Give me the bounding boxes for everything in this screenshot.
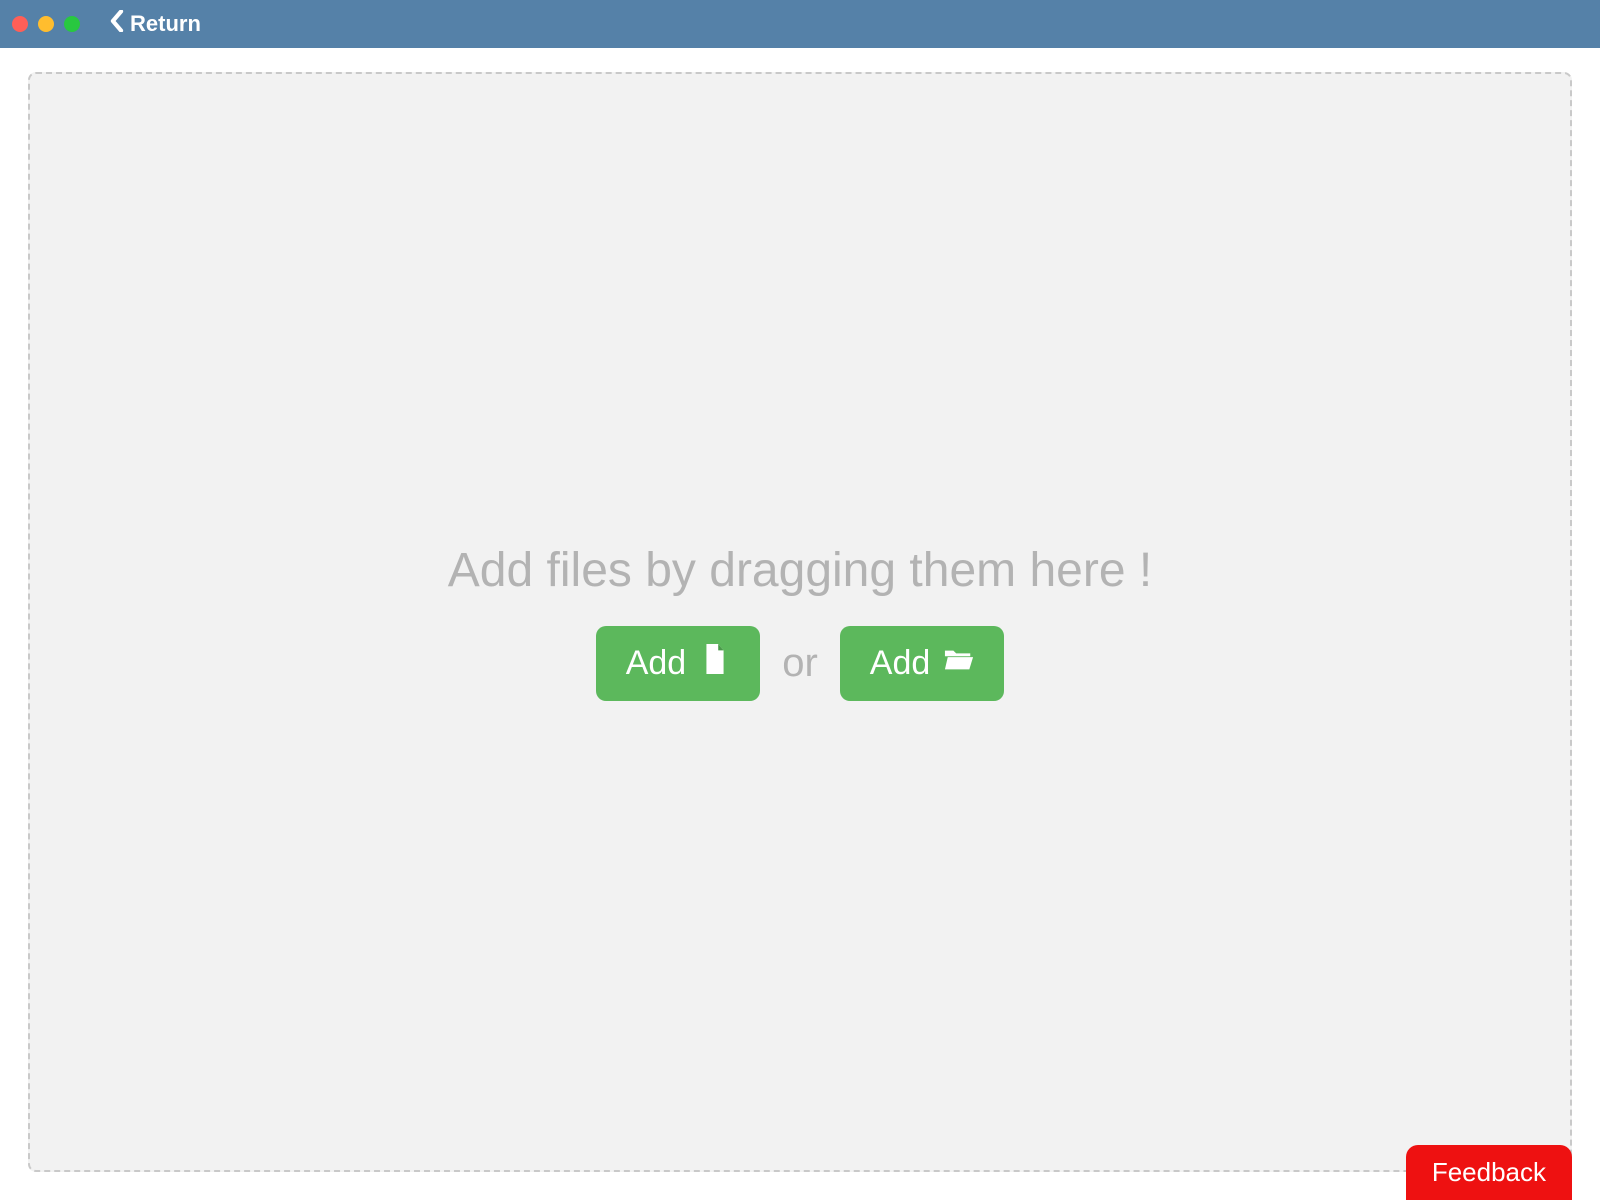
dropzone-hint: Add files by dragging them here ! — [448, 543, 1152, 598]
close-window-button[interactable] — [12, 16, 28, 32]
add-file-button[interactable]: Add — [596, 626, 761, 701]
file-dropzone[interactable]: Add files by dragging them here ! Add or… — [28, 72, 1572, 1172]
titlebar: Return — [0, 0, 1600, 48]
minimize-window-button[interactable] — [38, 16, 54, 32]
content-area: Add files by dragging them here ! Add or… — [0, 48, 1600, 1200]
feedback-label: Feedback — [1432, 1157, 1546, 1187]
folder-open-icon — [944, 644, 974, 683]
window-controls — [12, 16, 80, 32]
add-folder-button[interactable]: Add — [840, 626, 1005, 701]
return-button[interactable]: Return — [102, 6, 209, 42]
add-folder-label: Add — [870, 644, 931, 683]
fullscreen-window-button[interactable] — [64, 16, 80, 32]
file-icon — [700, 644, 730, 683]
chevron-left-icon — [110, 10, 124, 38]
or-separator: or — [782, 641, 818, 686]
dropzone-button-row: Add or Add — [596, 626, 1005, 701]
return-label: Return — [130, 11, 201, 37]
feedback-button[interactable]: Feedback — [1406, 1145, 1572, 1200]
add-file-label: Add — [626, 644, 687, 683]
